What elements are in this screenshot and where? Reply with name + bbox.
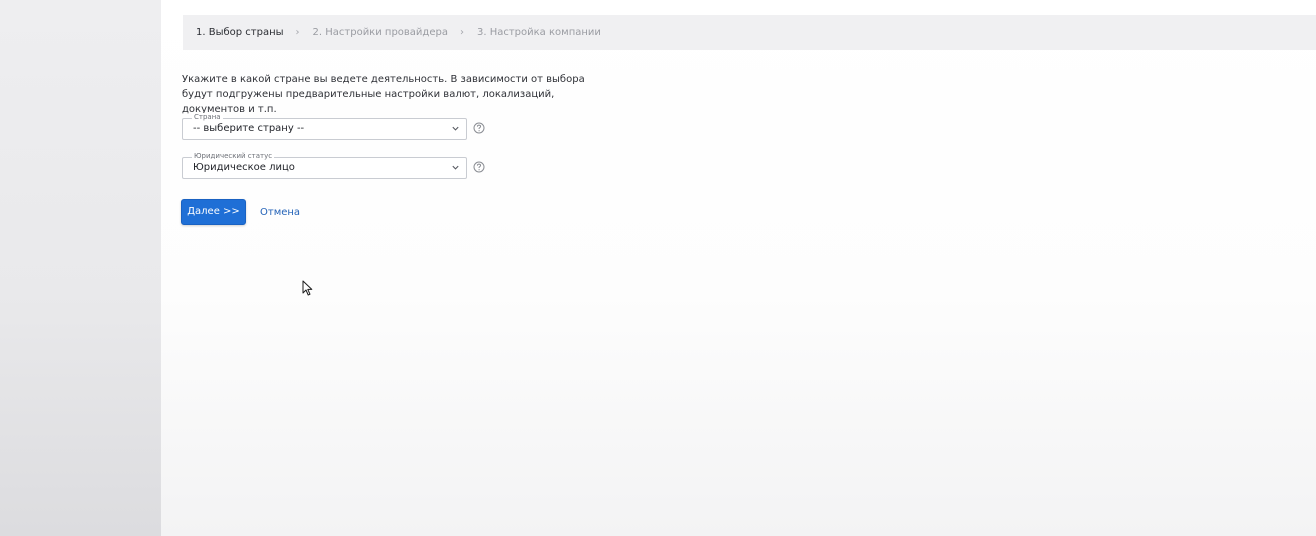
step-company-settings[interactable]: 3. Настройка компании [477,27,601,38]
left-sidebar-area [0,0,161,536]
cancel-link[interactable]: Отмена [260,206,300,219]
mouse-cursor-icon [302,280,313,296]
country-label: Страна [192,113,223,121]
step-provider-settings[interactable]: 2. Настройки провайдера [313,27,448,38]
next-button[interactable]: Далее >> [181,199,246,225]
chevron-down-icon [452,126,459,131]
legal-status-label: Юридический статус [192,152,275,160]
chevron-down-icon [452,165,459,170]
legal-status-select[interactable]: Юридический статус Юридическое лицо [182,152,467,179]
country-help-icon[interactable] [473,122,485,134]
step-separator-icon: › [459,27,464,38]
intro-text: Укажите в какой стране вы ведете деятель… [182,74,585,115]
wizard-stepper: 1. Выбор страны › 2. Настройки провайдер… [183,15,1316,50]
setup-wizard-panel: 1. Выбор страны › 2. Настройки провайдер… [161,0,1316,536]
step-country-selection[interactable]: 1. Выбор страны [196,27,284,38]
country-select[interactable]: Страна -- выберите страну -- [182,113,467,140]
country-value: -- выберите страну -- [193,123,305,134]
step-separator-icon: › [295,27,300,38]
legal-status-value: Юридическое лицо [193,162,295,173]
legal-status-help-icon[interactable] [473,161,485,173]
